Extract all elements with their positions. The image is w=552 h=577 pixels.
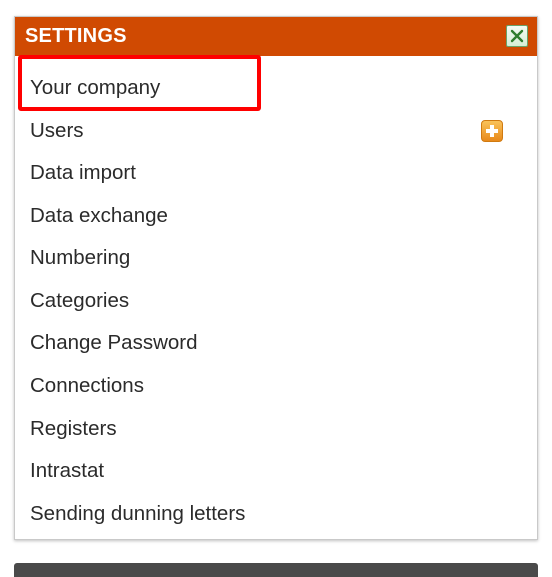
menu-item-change-password[interactable]: Change Password [30,331,198,355]
menu-item-categories[interactable]: Categories [30,289,129,313]
panel-title: SETTINGS [25,25,127,47]
menu-item-connections[interactable]: Connections [30,374,144,398]
settings-header: SETTINGS [15,17,537,56]
menu-item-users[interactable]: Users [30,119,84,143]
add-user-button[interactable] [481,120,503,142]
menu-item-sending-dunning-letters[interactable]: Sending dunning letters [30,502,245,526]
close-button[interactable] [506,25,528,47]
menu-item-data-exchange[interactable]: Data exchange [30,204,168,228]
menu-item-intrastat[interactable]: Intrastat [30,459,104,483]
menu-item-numbering[interactable]: Numbering [30,246,130,270]
menu-item-registers[interactable]: Registers [30,417,117,441]
settings-panel: SETTINGS Your company Users Data import … [14,16,538,540]
close-icon [510,29,524,43]
menu-item-your-company[interactable]: Your company [30,76,160,100]
menu-item-data-import[interactable]: Data import [30,161,136,185]
next-panel-header [14,563,538,577]
